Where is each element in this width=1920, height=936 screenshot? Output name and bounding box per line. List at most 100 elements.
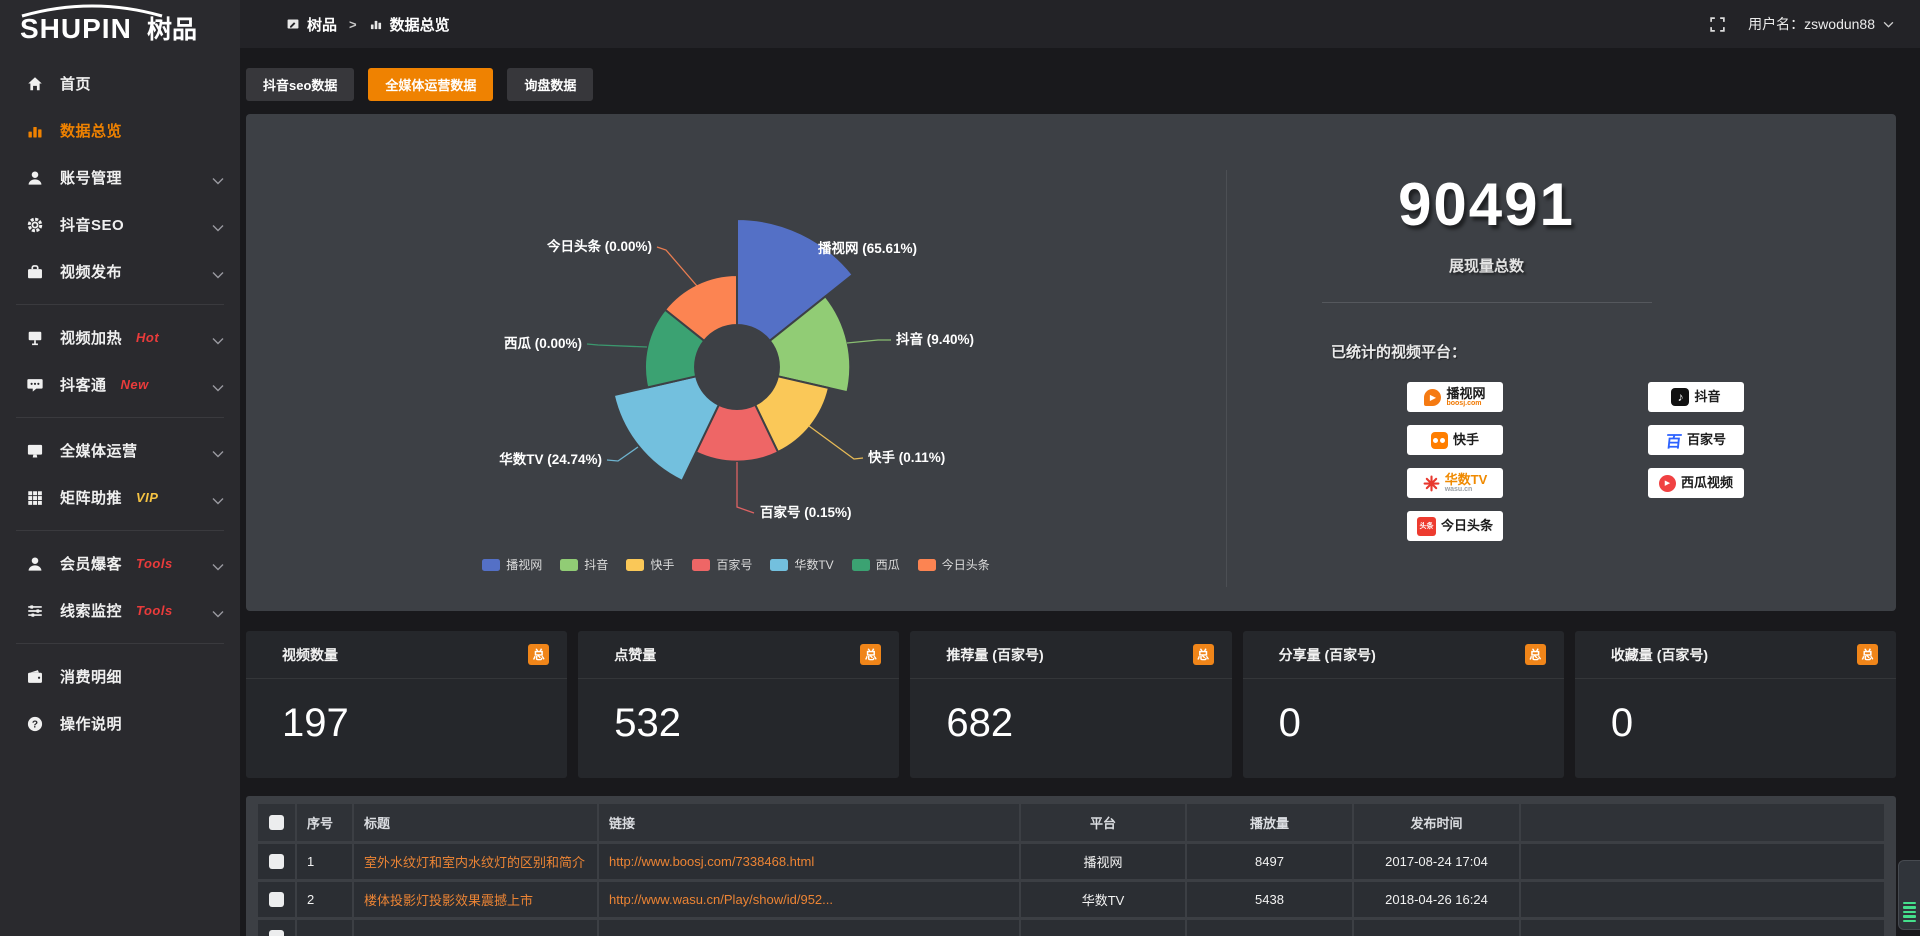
total-badge: 总 (1857, 644, 1878, 665)
breadcrumb-item[interactable]: 数据总览 (369, 14, 450, 35)
cell-platform: 播视网 (1020, 842, 1186, 880)
legend-item-2[interactable]: 快手 (626, 556, 674, 573)
sidebar-item-account-management[interactable]: 账号管理 (0, 154, 240, 201)
sidebar-item-member-baoke[interactable]: 会员爆客Tools (0, 540, 240, 587)
cell-url-link[interactable] (598, 918, 1020, 936)
row-checkbox[interactable] (269, 930, 284, 936)
tab-inquiry-data[interactable]: 询盘数据 (507, 68, 593, 101)
summary-divider (1322, 302, 1652, 303)
platform-domain: boosj.com (1446, 400, 1485, 407)
sidebar-nav: 首页数据总览账号管理抖音SEO视频发布视频加热Hot抖客通New全媒体运营矩阵助… (0, 48, 240, 747)
platform-name: 华数TVwasu.cn (1445, 473, 1488, 494)
sidebar-item-label: 首页 (60, 73, 91, 94)
column-header: 发布时间 (1353, 804, 1520, 842)
app-logo[interactable]: SHUPIN 树品 (0, 0, 240, 48)
chevron-down-icon (212, 492, 224, 500)
sidebar-item-media-operation[interactable]: 全媒体运营 (0, 427, 240, 474)
legend-swatch (626, 559, 644, 571)
chevron-down-icon (212, 558, 224, 566)
doc-icon (286, 17, 300, 31)
fullscreen-icon[interactable] (1709, 16, 1726, 33)
sidebar-item-clue-monitor[interactable]: 线索监控Tools (0, 587, 240, 634)
floating-widget[interactable] (1898, 860, 1920, 930)
cell-title-link[interactable] (353, 918, 598, 936)
cell-seq: 1 (296, 842, 353, 880)
pie-label-2: 快手 (0.11%) (868, 449, 945, 465)
monitor-icon (26, 442, 44, 460)
legend-item-4[interactable]: 华数TV (770, 556, 833, 573)
stat-card-header: 点赞量 总 (578, 631, 899, 679)
row-checkbox[interactable] (269, 892, 284, 907)
total-badge: 总 (860, 644, 881, 665)
pie-label-3: 百家号 (0.15%) (760, 504, 852, 520)
stat-card-0: 视频数量总197 (246, 631, 567, 778)
cell-extra (1520, 880, 1884, 918)
platforms-label: 已统计的视频平台： (1331, 341, 1746, 362)
legend-item-1[interactable]: 抖音 (560, 556, 608, 573)
cell-seq (296, 918, 353, 936)
user-icon (26, 555, 44, 573)
breadcrumb-label: 数据总览 (390, 14, 450, 35)
stat-card-title: 点赞量 (614, 645, 656, 665)
pie-label-line-3 (737, 462, 754, 513)
platform-domain: wasu.cn (1445, 486, 1488, 493)
breadcrumb-item[interactable]: 树品 (286, 14, 337, 35)
legend-label: 百家号 (716, 556, 752, 573)
legend-label: 抖音 (584, 556, 608, 573)
select-all-checkbox[interactable] (269, 815, 284, 830)
impressions-total-label: 展现量总数 (1227, 255, 1746, 276)
chevron-down-icon (212, 605, 224, 613)
xigua-icon: ▶ (1659, 475, 1676, 492)
sidebar-item-label: 矩阵助推 (60, 487, 122, 508)
cell-url-link[interactable]: http://www.wasu.cn/Play/show/id/952... (598, 880, 1020, 918)
legend-item-6[interactable]: 今日头条 (918, 556, 990, 573)
sidebar-item-help[interactable]: ?操作说明 (0, 700, 240, 747)
wallet-icon (26, 668, 44, 686)
legend-item-3[interactable]: 百家号 (692, 556, 752, 573)
cell-plays (1186, 918, 1353, 936)
platform-badge: 头条今日头条 (1407, 511, 1503, 541)
sidebar-item-douketong[interactable]: 抖客通New (0, 361, 240, 408)
sidebar-item-home[interactable]: 首页 (0, 60, 240, 107)
legend-label: 西瓜 (876, 556, 900, 573)
legend-item-0[interactable]: 播视网 (482, 556, 542, 573)
table-header-row: 序号标题链接平台播放量发布时间 (258, 804, 1884, 842)
pie-slice-4[interactable] (614, 376, 719, 481)
stat-card-header: 收藏量 (百家号)总 (1575, 631, 1896, 679)
sidebar-item-video-heat[interactable]: 视频加热Hot (0, 314, 240, 361)
sidebar-item-label: 数据总览 (60, 120, 122, 141)
cell-platform (1020, 918, 1186, 936)
cell-title-link[interactable]: 楼体投影灯投影效果震撼上市 (353, 880, 598, 918)
stat-card-4: 收藏量 (百家号)总 0 (1575, 631, 1896, 778)
boosj-icon: ▶ (1424, 389, 1441, 406)
cell-time: 2018-04-26 16:24 (1353, 880, 1520, 918)
platform-name: 西瓜视频 (1681, 476, 1733, 490)
cell-extra (1520, 918, 1884, 936)
column-header: 链接 (598, 804, 1020, 842)
chevron-down-icon (212, 172, 224, 180)
stat-card-2: 推荐量 (百家号)总682 (910, 631, 1231, 778)
grid-icon (26, 489, 44, 507)
sidebar-item-video-publish[interactable]: 视频发布 (0, 248, 240, 295)
platform-badge: ▶ 西瓜视频 (1648, 468, 1744, 498)
stat-card-title: 分享量 (百家号) (1279, 645, 1376, 665)
chevron-down-icon (1883, 21, 1894, 28)
tab-douyin-seo-data[interactable]: 抖音seo数据 (246, 68, 354, 101)
stat-card-header: 推荐量 (百家号)总 (910, 631, 1231, 679)
signboard-icon (26, 329, 44, 347)
platform-badges: ▶播视网boosj.com快手华数TVwasu.cn头条今日头条♪抖音百百家号▶… (1407, 382, 1746, 541)
cell-url-link[interactable]: http://www.boosj.com/7338468.html (598, 842, 1020, 880)
sidebar-item-matrix-boost[interactable]: 矩阵助推VIP (0, 474, 240, 521)
stat-card-value: 0 (1611, 701, 1896, 746)
user-menu[interactable]: 用户名：zswodun88 (1748, 14, 1894, 34)
sidebar-item-data-overview[interactable]: 数据总览 (0, 107, 240, 154)
row-checkbox[interactable] (269, 854, 284, 869)
tab-media-operation-data[interactable]: 全媒体运营数据 (368, 68, 493, 101)
legend-item-5[interactable]: 西瓜 (852, 556, 900, 573)
cell-title-link[interactable]: 室外水纹灯和室内水纹灯的区别和简介 (353, 842, 598, 880)
sidebar: SHUPIN 树品 首页数据总览账号管理抖音SEO视频发布视频加热Hot抖客通N… (0, 0, 240, 936)
sidebar-item-douyin-seo[interactable]: 抖音SEO (0, 201, 240, 248)
sidebar-item-consume-detail[interactable]: 消费明细 (0, 653, 240, 700)
chevron-down-icon (212, 332, 224, 340)
chevron-down-icon (212, 445, 224, 453)
